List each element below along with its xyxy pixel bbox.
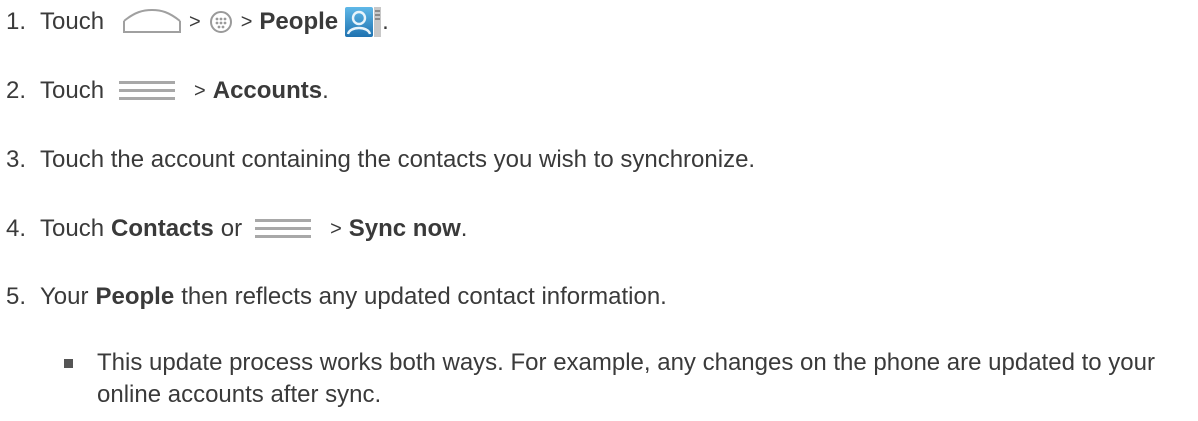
menu-icon xyxy=(254,218,312,240)
step-text: or xyxy=(220,215,243,242)
home-icon xyxy=(121,8,183,36)
apps-icon xyxy=(209,10,233,34)
contacts-label: Contacts xyxy=(111,215,214,242)
separator: > xyxy=(189,10,201,33)
step-3: 3. Touch the account containing the cont… xyxy=(6,140,755,180)
period: . xyxy=(322,77,329,104)
step-text: Touch xyxy=(40,8,105,35)
bullet-text: This update process works both ways. For… xyxy=(97,349,1155,408)
step-number: 2. xyxy=(6,77,27,104)
menu-icon xyxy=(118,80,176,102)
step-5: 5. Your People then reflects any updated… xyxy=(6,277,667,317)
period: . xyxy=(460,215,468,242)
people-app-icon xyxy=(344,6,382,38)
step-text: Touch xyxy=(40,77,105,104)
separator: > xyxy=(240,10,253,33)
people-label: People xyxy=(259,8,339,35)
step-number: 5. xyxy=(6,283,27,310)
step-number: 4. xyxy=(6,215,27,242)
bullet-square-icon xyxy=(64,359,73,368)
step-text: Your xyxy=(40,283,89,310)
separator: > xyxy=(330,217,342,240)
period: . xyxy=(382,8,389,35)
step-1: 1. Touch > > People . xyxy=(6,2,389,42)
step-text: then reflects any updated contact inform… xyxy=(181,283,667,310)
step-number: 1. xyxy=(6,8,27,35)
people-label: People xyxy=(95,283,175,310)
step-text: Touch xyxy=(40,215,105,242)
bullet-note: This update process works both ways. For… xyxy=(64,347,1184,411)
step-text: Touch the account containing the contact… xyxy=(40,146,756,173)
accounts-label: Accounts xyxy=(212,77,323,104)
step-number: 3. xyxy=(6,146,27,173)
sync-now-label: Sync now xyxy=(348,215,461,242)
step-2: 2. Touch > Accounts . xyxy=(6,71,329,111)
separator: > xyxy=(194,79,206,102)
step-4: 4. Touch Contacts or > Sync now . xyxy=(6,209,467,249)
